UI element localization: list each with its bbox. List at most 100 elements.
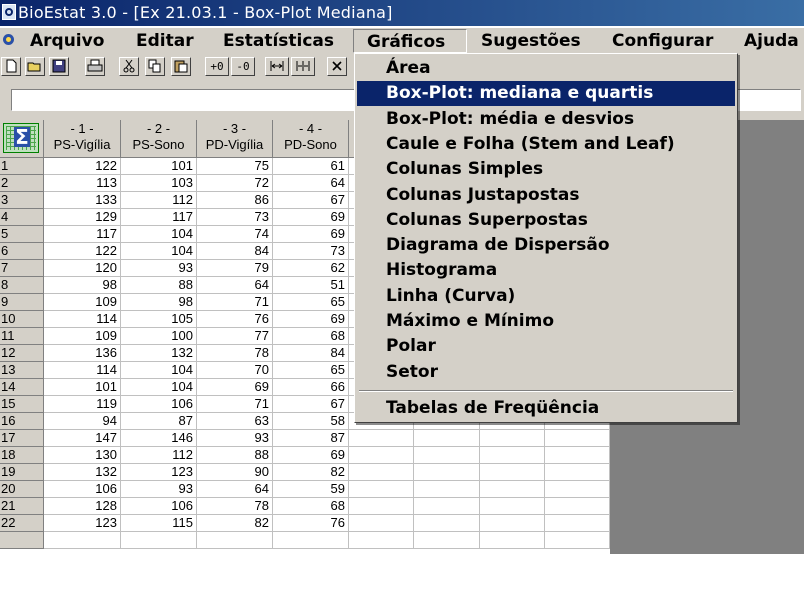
- table-cell[interactable]: 133: [44, 192, 121, 209]
- table-cell[interactable]: 104: [121, 243, 197, 260]
- menu-estatisticas[interactable]: Estatísticas: [223, 29, 334, 53]
- table-cell[interactable]: 74: [197, 226, 273, 243]
- row-header[interactable]: 13: [0, 362, 44, 379]
- row-header[interactable]: 12: [0, 345, 44, 362]
- table-cell[interactable]: [414, 515, 480, 532]
- table-cell[interactable]: [121, 532, 197, 549]
- table-cell[interactable]: [480, 481, 545, 498]
- table-cell[interactable]: 101: [44, 379, 121, 396]
- table-cell[interactable]: 119: [44, 396, 121, 413]
- table-cell[interactable]: 129: [44, 209, 121, 226]
- table-cell[interactable]: 100: [121, 328, 197, 345]
- table-cell[interactable]: 147: [44, 430, 121, 447]
- table-cell[interactable]: [414, 447, 480, 464]
- table-cell[interactable]: 64: [197, 481, 273, 498]
- table-cell[interactable]: 106: [121, 498, 197, 515]
- table-cell[interactable]: 68: [273, 328, 349, 345]
- table-cell[interactable]: 101: [121, 158, 197, 175]
- table-cell[interactable]: 69: [273, 226, 349, 243]
- row-header[interactable]: 16: [0, 413, 44, 430]
- table-cell[interactable]: 114: [44, 362, 121, 379]
- column-header[interactable]: - 4 - PD-Sono: [273, 120, 349, 158]
- table-cell[interactable]: 112: [121, 447, 197, 464]
- menu-item[interactable]: Diagrama de Dispersão: [357, 233, 735, 258]
- table-cell[interactable]: [349, 430, 414, 447]
- table-cell[interactable]: 76: [273, 515, 349, 532]
- table-cell[interactable]: 114: [44, 311, 121, 328]
- table-cell[interactable]: [44, 532, 121, 549]
- table-cell[interactable]: 82: [273, 464, 349, 481]
- menu-sugestoes[interactable]: Sugestões: [481, 29, 581, 53]
- table-cell[interactable]: 109: [44, 328, 121, 345]
- table-cell[interactable]: 73: [273, 243, 349, 260]
- table-cell[interactable]: 105: [121, 311, 197, 328]
- menu-item[interactable]: Área: [357, 56, 735, 81]
- table-cell[interactable]: [349, 481, 414, 498]
- paste-button[interactable]: [171, 57, 191, 76]
- table-cell[interactable]: 77: [197, 328, 273, 345]
- table-cell[interactable]: [414, 481, 480, 498]
- row-header[interactable]: 14: [0, 379, 44, 396]
- table-cell[interactable]: 67: [273, 192, 349, 209]
- table-cell[interactable]: 146: [121, 430, 197, 447]
- table-cell[interactable]: 66: [273, 379, 349, 396]
- menu-graficos[interactable]: Gráficos: [353, 29, 467, 53]
- table-cell[interactable]: 93: [197, 430, 273, 447]
- table-cell[interactable]: 69: [273, 209, 349, 226]
- menu-item[interactable]: Setor: [357, 360, 735, 385]
- menu-configurar[interactable]: Configurar: [612, 29, 713, 53]
- row-header[interactable]: 7: [0, 260, 44, 277]
- table-cell[interactable]: 106: [44, 481, 121, 498]
- table-cell[interactable]: [545, 464, 610, 481]
- table-cell[interactable]: 64: [197, 277, 273, 294]
- menu-editar[interactable]: Editar: [136, 29, 194, 53]
- table-cell[interactable]: [480, 498, 545, 515]
- table-cell[interactable]: 82: [197, 515, 273, 532]
- table-cell[interactable]: 71: [197, 294, 273, 311]
- row-header[interactable]: 18: [0, 447, 44, 464]
- table-cell[interactable]: 106: [121, 396, 197, 413]
- table-cell[interactable]: 136: [44, 345, 121, 362]
- document-icon[interactable]: [2, 32, 16, 48]
- table-cell[interactable]: 63: [197, 413, 273, 430]
- table-cell[interactable]: 123: [121, 464, 197, 481]
- table-cell[interactable]: 72: [197, 175, 273, 192]
- table-cell[interactable]: [480, 532, 545, 549]
- row-header[interactable]: 1: [0, 158, 44, 175]
- table-cell[interactable]: 112: [121, 192, 197, 209]
- column-split-button[interactable]: [291, 57, 315, 76]
- table-cell[interactable]: 98: [121, 294, 197, 311]
- column-header[interactable]: - 3 - PD-Vigília: [197, 120, 273, 158]
- table-cell[interactable]: [349, 447, 414, 464]
- table-cell[interactable]: 93: [121, 260, 197, 277]
- menu-item[interactable]: Polar: [357, 334, 735, 359]
- app-icon[interactable]: [2, 4, 16, 20]
- table-cell[interactable]: 64: [273, 175, 349, 192]
- row-header[interactable]: 17: [0, 430, 44, 447]
- table-cell[interactable]: [545, 532, 610, 549]
- column-header[interactable]: - 1 - PS-Vigília: [44, 120, 121, 158]
- increase-decimal-button[interactable]: +0: [205, 57, 229, 76]
- row-header[interactable]: 15: [0, 396, 44, 413]
- table-cell[interactable]: 130: [44, 447, 121, 464]
- row-header[interactable]: 4: [0, 209, 44, 226]
- table-cell[interactable]: 86: [197, 192, 273, 209]
- table-cell[interactable]: 117: [44, 226, 121, 243]
- table-cell[interactable]: [414, 464, 480, 481]
- table-cell[interactable]: 84: [197, 243, 273, 260]
- table-cell[interactable]: 78: [197, 498, 273, 515]
- table-cell[interactable]: 128: [44, 498, 121, 515]
- table-cell[interactable]: 98: [44, 277, 121, 294]
- table-cell[interactable]: [273, 532, 349, 549]
- table-cell[interactable]: [414, 498, 480, 515]
- select-all-corner[interactable]: [0, 120, 44, 158]
- table-cell[interactable]: 76: [197, 311, 273, 328]
- row-header[interactable]: 6: [0, 243, 44, 260]
- table-cell[interactable]: 62: [273, 260, 349, 277]
- table-cell[interactable]: 122: [44, 243, 121, 260]
- table-cell[interactable]: 120: [44, 260, 121, 277]
- table-cell[interactable]: [545, 447, 610, 464]
- menu-item[interactable]: Linha (Curva): [357, 284, 735, 309]
- table-cell[interactable]: 113: [44, 175, 121, 192]
- table-cell[interactable]: [349, 498, 414, 515]
